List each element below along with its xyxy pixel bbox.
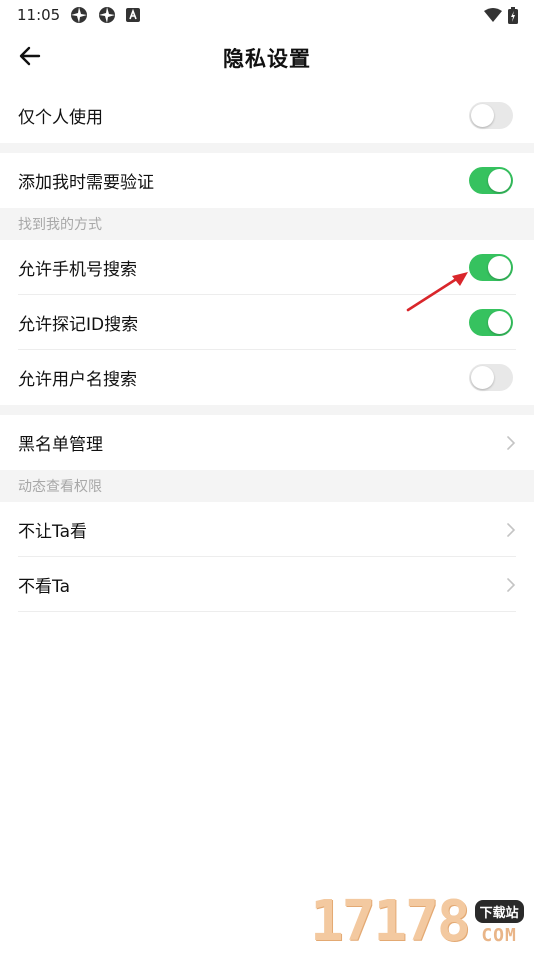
- watermark-com: COM: [481, 925, 517, 946]
- setting-label: 仅个人使用: [18, 108, 103, 128]
- section-gap: [0, 405, 534, 415]
- setting-label: 添加我时需要验证: [18, 173, 154, 193]
- arrow-left-icon: [19, 46, 41, 70]
- setting-hide-from[interactable]: 不让Ta看: [0, 502, 534, 557]
- setting-label: 黑名单管理: [18, 435, 103, 455]
- setting-blacklist[interactable]: 黑名单管理: [0, 415, 534, 470]
- tanji-id-search-toggle[interactable]: [469, 309, 513, 336]
- setting-label: 允许用户名搜索: [18, 370, 137, 390]
- section-gap: [0, 143, 534, 153]
- status-time: 11:05: [17, 6, 61, 24]
- setting-label: 不看Ta: [18, 577, 70, 597]
- username-search-toggle[interactable]: [469, 364, 513, 391]
- toggle-knob: [488, 256, 511, 279]
- watermark-tag: 下载站: [474, 900, 524, 923]
- watermark-logo: 17178 下载站 COM: [310, 890, 532, 950]
- watermark-digits: 17178: [310, 889, 471, 954]
- chevron-right-icon: [506, 435, 516, 451]
- personal-only-toggle[interactable]: [469, 102, 513, 129]
- setting-verify-add: 添加我时需要验证: [0, 153, 534, 208]
- setting-dont-see[interactable]: 不看Ta: [0, 557, 534, 612]
- section-header-moments: 动态查看权限: [0, 470, 534, 502]
- setting-label: 允许探记ID搜索: [18, 315, 139, 335]
- section-header-find-me: 找到我的方式: [0, 208, 534, 240]
- verify-add-toggle[interactable]: [469, 167, 513, 194]
- back-button[interactable]: [14, 44, 46, 72]
- chevron-right-icon: [506, 522, 516, 538]
- battery-charging-icon: [508, 6, 518, 24]
- a-letter-icon: [126, 8, 141, 22]
- aperture-icon: [70, 6, 88, 24]
- toggle-knob: [471, 366, 494, 389]
- chevron-right-icon: [506, 577, 516, 593]
- wifi-icon: [484, 8, 502, 22]
- aperture-icon: [98, 6, 116, 24]
- settings-list: 仅个人使用 添加我时需要验证 找到我的方式 允许手机号搜索 允许探记ID搜索 允…: [0, 88, 534, 612]
- setting-label: 允许手机号搜索: [18, 260, 137, 280]
- phone-search-toggle[interactable]: [469, 254, 513, 281]
- setting-tanji-id-search: 允许探记ID搜索: [0, 295, 534, 350]
- setting-phone-search: 允许手机号搜索: [0, 240, 534, 295]
- toggle-knob: [488, 311, 511, 334]
- watermark-side: 下载站 COM: [474, 900, 524, 946]
- setting-username-search: 允许用户名搜索: [0, 350, 534, 405]
- toggle-knob: [471, 104, 494, 127]
- status-bar: 11:05: [0, 0, 534, 30]
- setting-personal-only: 仅个人使用: [0, 88, 534, 143]
- page-title: 隐私设置: [223, 47, 311, 71]
- app-header: 隐私设置: [0, 30, 534, 86]
- setting-label: 不让Ta看: [18, 522, 87, 542]
- toggle-knob: [488, 169, 511, 192]
